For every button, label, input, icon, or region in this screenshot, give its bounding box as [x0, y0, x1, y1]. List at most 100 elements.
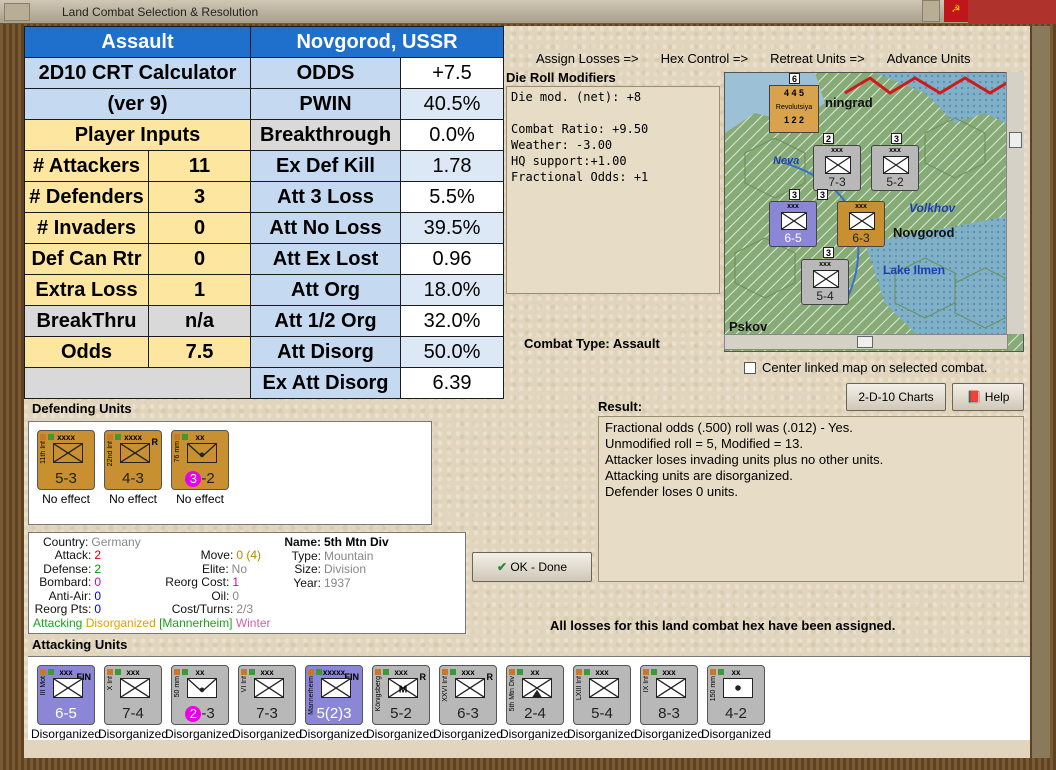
map-unit-size: xxx	[855, 203, 867, 210]
unit-counter[interactable]: xxx III Mot FIN 6-5	[37, 665, 95, 725]
crt-input-value: n/a	[148, 305, 251, 337]
strength-badge: 2	[185, 706, 202, 722]
unit-counter[interactable]: xxx VI Inf 7-3	[238, 665, 296, 725]
map-unit-counter[interactable]: xxx 7-3	[813, 145, 861, 191]
crt-row: Extra Loss 1 Att Org 18.0%	[24, 274, 504, 306]
center-map-checkbox[interactable]: Center linked map on selected combat.	[744, 360, 987, 375]
unit-status: Disorganized	[432, 727, 504, 741]
unit-type-icon	[522, 678, 552, 698]
tag-winter: Winter	[235, 616, 271, 630]
ok-done-button[interactable]: ✔ OK - Done	[472, 552, 592, 582]
unit-strength-line: 6-5	[38, 705, 94, 722]
linked-mini-map[interactable]: ningrad Neva Volkhov Novgorod Lake Ilmen…	[724, 72, 1024, 352]
map-unit-counter[interactable]: xxx 6-5	[769, 201, 817, 247]
unit-strength-line: 8-3	[641, 705, 697, 722]
unit-counter[interactable]: xx 5th Mtn Div 2-4	[506, 665, 564, 725]
map-label-novgorod: Novgorod	[893, 225, 955, 240]
unit-counter[interactable]: xxxx 11th Inf 5-3	[37, 430, 95, 490]
unit-type-icon	[254, 678, 284, 698]
unit-strength: 5-4	[591, 705, 613, 722]
combat-type-label: Combat Type: Assault	[524, 336, 660, 351]
close-button[interactable]	[922, 0, 940, 22]
bombard-value: 0	[94, 575, 101, 589]
defense-value: 2	[94, 561, 101, 576]
crt-row: # Defenders 3 Att 3 Loss 5.5%	[24, 181, 504, 213]
crt-row: (ver 9) PWIN 40.5%	[24, 88, 504, 120]
checkbox-box[interactable]	[744, 362, 756, 374]
map-unit-counter[interactable]: xxx 5-4	[801, 259, 849, 305]
type-label: Type:	[291, 548, 321, 563]
crt-charts-button[interactable]: 2-D-10 Charts	[846, 383, 946, 411]
attacking-units-title: Attacking Units	[32, 637, 128, 652]
map-label-leningrad: ningrad	[825, 95, 873, 110]
drm-line: Fractional Odds: +1	[511, 170, 649, 184]
unit-type-icon: M	[388, 678, 418, 698]
map-vertical-scrollbar[interactable]	[1006, 72, 1024, 334]
phase-link[interactable]: Advance Units	[887, 51, 971, 66]
unit-status: No effect	[176, 492, 224, 506]
unit-id: X Inf	[107, 676, 114, 691]
crt-result-value: +7.5	[400, 57, 504, 89]
unit-counter[interactable]: xxx XXVI Inf R 6-3	[439, 665, 497, 725]
map-horizontal-scrollbar[interactable]	[724, 334, 1008, 350]
map-scroll-thumb[interactable]	[857, 336, 873, 348]
unit-counter[interactable]: xxx Königsberg R M 5-2	[372, 665, 430, 725]
map-vscroll-thumb[interactable]	[1009, 132, 1022, 148]
unit-status: Disorganized	[231, 727, 303, 741]
leningrad-fleet-counter[interactable]: 4 4 5 Revolutsiya 1 2 2	[769, 85, 819, 133]
unit-counter[interactable]: xxxxx Mannerheim FIN 5(2)3	[305, 665, 363, 725]
crt-result-label: ODDS	[250, 57, 401, 89]
crt-input-label: Odds	[24, 336, 149, 368]
map-unit-counter[interactable]: xxx 6-3	[837, 201, 885, 247]
unit-counter[interactable]: xxx IX Inf 8-3	[640, 665, 698, 725]
crt-left-label: 2D10 CRT Calculator	[24, 57, 251, 89]
unit-flag: R	[419, 672, 427, 682]
unit-strength-rest: -2	[201, 470, 215, 487]
phase-link[interactable]: Hex Control =>	[661, 51, 748, 66]
crt-input-value: 7.5	[148, 336, 251, 368]
title-bar[interactable]: Land Combat Selection & Resolution ☭	[0, 0, 1056, 24]
crt-result-value: 18.0%	[400, 274, 504, 306]
crt-input-label: Def Can Rtr	[24, 243, 149, 275]
map-unit-strength: 7-3	[828, 175, 846, 189]
unit-strength: 7-3	[256, 705, 278, 722]
crt-result-value: 40.5%	[400, 88, 504, 120]
map-unit-counter[interactable]: xxx 5-2	[871, 145, 919, 191]
unit-type-icon	[120, 678, 150, 698]
unit-counter[interactable]: xxx X Inf 7-4	[104, 665, 162, 725]
unit-counter[interactable]: xx 50 mm 2 -3	[171, 665, 229, 725]
unit-id: LXIII Inf	[576, 676, 583, 701]
unit-type-icon	[53, 678, 83, 698]
map-unit-strength: 6-3	[852, 231, 870, 245]
window-menu-icon[interactable]	[4, 3, 30, 21]
unit-strength: 4-3	[122, 470, 144, 487]
unit-counter[interactable]: xxx LXIII Inf 5-4	[573, 665, 631, 725]
map-unit-size: xxx	[889, 147, 901, 154]
unit-status: Disorganized	[566, 727, 638, 741]
unit-counter[interactable]: xxxx 22nd Inf R 4-3	[104, 430, 162, 490]
fleet-name: Revolutsiya	[775, 104, 813, 111]
crt-input-value: 11	[148, 150, 251, 182]
unit-id: XXVI Inf	[442, 676, 449, 702]
result-box: Fractional odds (.500) roll was (.012) -…	[598, 416, 1024, 582]
stack-count-badge: 6	[789, 73, 800, 84]
unit-counter[interactable]: xx 76 mm 3 -2	[171, 430, 229, 490]
crt-row: 2D10 CRT Calculator ODDS +7.5	[24, 57, 504, 89]
crt-row: Ex Att Disorg 6.39	[24, 367, 504, 399]
unit-strength-line: 6-3	[440, 705, 496, 722]
help-button[interactable]: 📕 Help	[952, 383, 1024, 411]
unit-type-icon	[187, 443, 217, 463]
defending-units-title: Defending Units	[32, 401, 132, 416]
result-title: Result:	[598, 399, 643, 414]
map-unit-type-icon	[825, 156, 851, 174]
checkmark-icon: ✔	[496, 560, 507, 574]
die-roll-modifiers-box: Die mod. (net): +8 Combat Ratio: +9.50 Wea…	[506, 86, 720, 294]
unit-strength-line: 7-3	[239, 705, 295, 722]
cost-turns-value: 2/3	[236, 602, 253, 616]
unit-counter[interactable]: xx 150 mm 4-2	[707, 665, 765, 725]
elite-value: No	[231, 561, 247, 576]
phase-link[interactable]: Assign Losses =>	[536, 51, 639, 66]
unit-strength-line: 2-4	[507, 705, 563, 722]
stack-count-badge: 3	[823, 247, 834, 258]
phase-link[interactable]: Retreat Units =>	[770, 51, 865, 66]
